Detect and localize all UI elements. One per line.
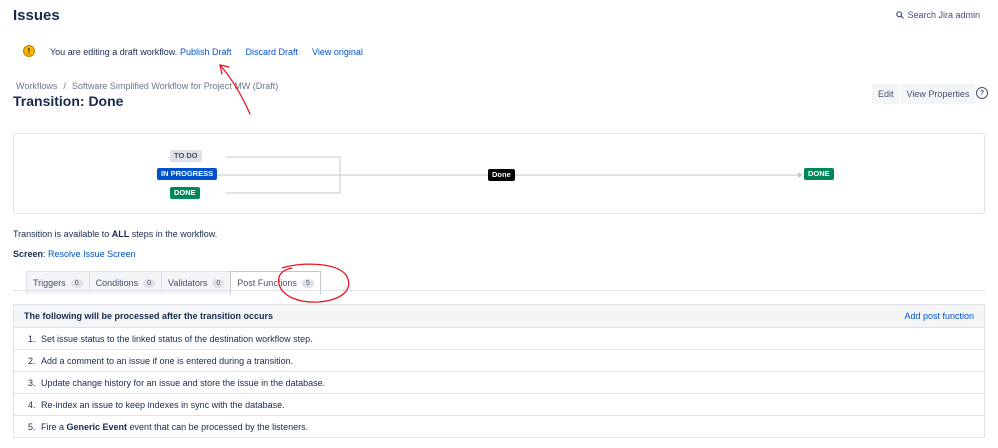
post-functions-header: The following will be processed after th…: [14, 305, 984, 328]
status-in-progress[interactable]: IN PROGRESS: [157, 168, 218, 180]
item-text: Add a comment to an issue if one is ente…: [41, 356, 293, 366]
list-item: 2. Add a comment to an issue if one is e…: [14, 350, 984, 372]
transition-label[interactable]: Done: [488, 169, 515, 181]
header-actions: Edit View Properties: [872, 84, 977, 104]
tab-label: Conditions: [95, 278, 139, 288]
breadcrumb-workflows[interactable]: Workflows: [16, 81, 57, 91]
item-number: 3.: [28, 377, 36, 388]
draft-actions: Publish Draft Discard Draft View origina…: [180, 47, 363, 57]
edit-button[interactable]: Edit: [872, 84, 901, 104]
search-label: Search Jira admin: [907, 10, 980, 20]
item-text-pre: Update change history for an issue and s…: [41, 377, 326, 388]
item-text: Re-index an issue to keep indexes in syn…: [41, 400, 285, 410]
view-properties-button[interactable]: View Properties: [900, 84, 977, 104]
status-done-target[interactable]: DONE: [804, 168, 834, 180]
breadcrumb-workflow[interactable]: Software Simplified Workflow for Project…: [72, 81, 278, 91]
item-text-pre: Add a comment to an issue if one is ente…: [41, 355, 294, 366]
page-title: Issues: [13, 7, 60, 24]
status-done-source[interactable]: DONE: [170, 187, 200, 199]
status-todo[interactable]: TO DO: [170, 150, 202, 162]
list-item: 3. Update change history for an issue an…: [14, 372, 984, 394]
tab-label: Post Functions: [237, 278, 297, 288]
item-number: 4.: [28, 399, 36, 410]
item-text-pre: Fire a: [41, 421, 67, 432]
availability-emphasis: ALL: [111, 229, 130, 239]
search-jira-admin-link[interactable]: Search Jira admin: [896, 10, 980, 20]
transition-title: Transition: Done: [13, 93, 124, 109]
tab-count: 0: [143, 278, 156, 288]
tab-count: 5: [301, 278, 314, 288]
item-number: 1.: [28, 333, 36, 344]
list-item: 1. Set issue status to the linked status…: [14, 328, 984, 350]
resolve-issue-screen-link[interactable]: Resolve Issue Screen: [48, 249, 136, 259]
transition-availability: Transition is available to ALL steps in …: [13, 229, 217, 239]
transition-diagram: TO DO IN PROGRESS DONE Done DONE: [13, 133, 985, 214]
item-text: Update change history for an issue and s…: [41, 378, 325, 388]
post-functions-table: The following will be processed after th…: [13, 304, 985, 438]
search-icon: [896, 11, 905, 19]
item-number: 2.: [28, 355, 36, 366]
item-text-pre: Re-index an issue to keep indexes in syn…: [41, 399, 285, 410]
screen-info: Screen: Resolve Issue Screen: [13, 249, 136, 259]
availability-prefix: Transition is available to: [13, 229, 112, 239]
breadcrumb: Workflows / Software Simplified Workflow…: [16, 81, 278, 91]
availability-suffix: steps in the workflow.: [129, 229, 218, 239]
breadcrumb-separator: /: [63, 81, 66, 91]
discard-draft-link[interactable]: Discard Draft: [246, 47, 299, 57]
tab-count: 0: [212, 278, 225, 288]
post-functions-heading: The following will be processed after th…: [24, 311, 274, 321]
tab-count: 0: [70, 278, 83, 288]
add-post-function-link[interactable]: Add post function: [904, 311, 974, 321]
list-item: 5. Fire a Generic Event event that can b…: [14, 416, 984, 437]
screen-label: Screen: [13, 249, 44, 259]
tab-label: Validators: [168, 278, 208, 288]
draft-message: You are editing a draft workflow.: [50, 47, 178, 57]
view-original-link[interactable]: View original: [312, 47, 363, 57]
item-text: Fire a Generic Event event that can be p…: [41, 422, 308, 432]
warning-icon: !: [23, 45, 35, 57]
item-text-post: event that can be processed by the liste…: [127, 421, 309, 432]
list-item: 4. Re-index an issue to keep indexes in …: [14, 394, 984, 416]
item-text-bold: Generic Event: [66, 421, 128, 432]
item-text-pre: Set issue status to the linked status of…: [41, 333, 313, 344]
item-number: 5.: [28, 421, 36, 432]
publish-draft-link[interactable]: Publish Draft: [180, 47, 232, 57]
tabs-divider: [13, 290, 985, 291]
tab-label: Triggers: [33, 278, 66, 288]
help-icon[interactable]: ?: [976, 87, 988, 99]
item-text: Set issue status to the linked status of…: [41, 334, 313, 344]
